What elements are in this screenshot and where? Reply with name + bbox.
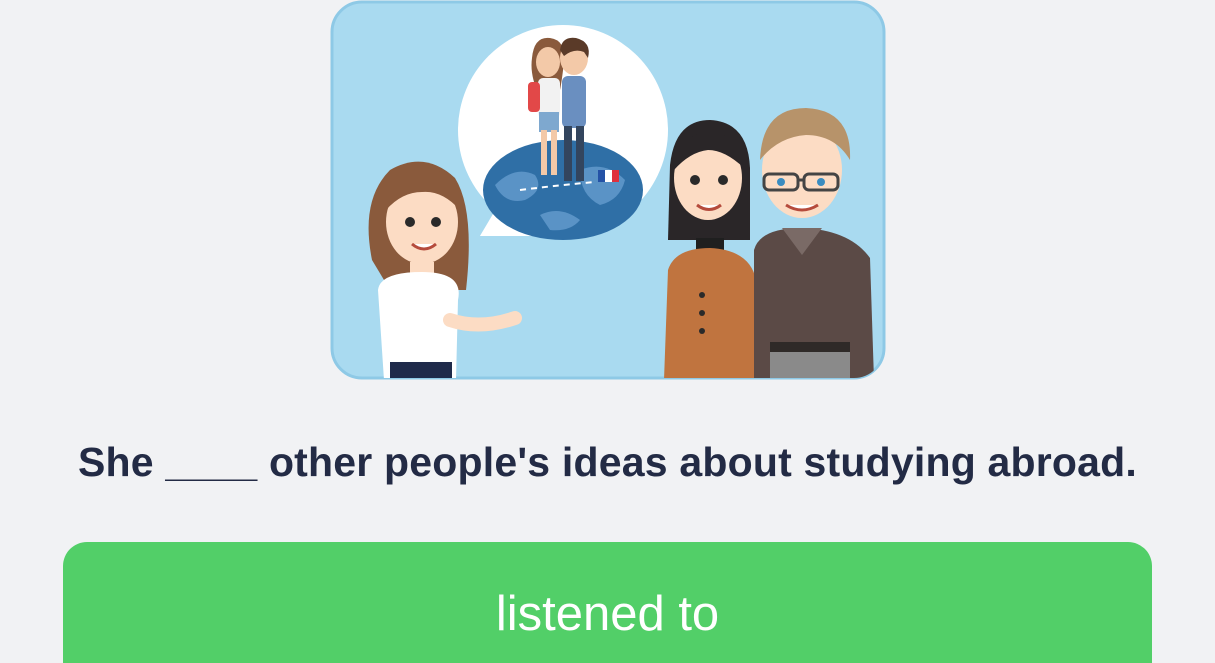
- answer-option-button[interactable]: listened to: [63, 542, 1152, 663]
- exercise-illustration: [330, 0, 886, 380]
- question-prompt: She ____ other people's ideas about stud…: [77, 439, 1138, 485]
- exercise-screen: She ____ other people's ideas about stud…: [0, 0, 1215, 663]
- illustration-image: [330, 0, 886, 380]
- answer-option-label: listened to: [495, 587, 720, 641]
